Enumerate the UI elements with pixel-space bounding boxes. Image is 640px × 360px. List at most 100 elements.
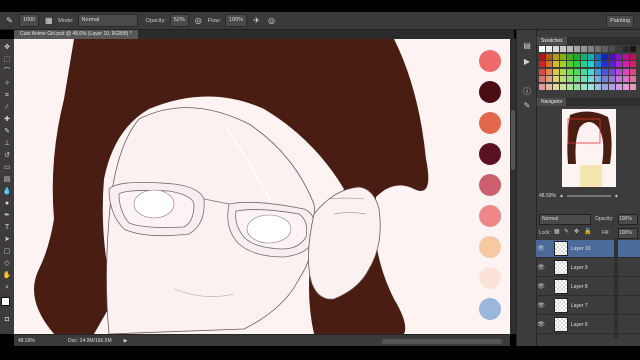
visibility-eye-icon[interactable]: 👁 bbox=[536, 245, 546, 252]
vertical-scroll-thumb[interactable] bbox=[511, 110, 515, 170]
brush-presets-icon[interactable]: ✎ bbox=[520, 100, 534, 112]
swatch-cell[interactable] bbox=[609, 46, 615, 52]
marquee-tool-icon[interactable]: ⬚ bbox=[1, 55, 13, 65]
swatch-cell[interactable] bbox=[553, 46, 559, 52]
swatch-cell[interactable] bbox=[560, 76, 566, 82]
crop-tool-icon[interactable]: ⌗ bbox=[1, 91, 13, 101]
swatch-cell[interactable] bbox=[609, 68, 615, 75]
swatch-cell[interactable] bbox=[581, 83, 587, 90]
swatch-cell[interactable] bbox=[539, 46, 545, 52]
swatch-cell[interactable] bbox=[588, 68, 594, 75]
hand-tool-icon[interactable]: ✋ bbox=[1, 271, 13, 281]
swatch-cell[interactable] bbox=[602, 83, 608, 90]
healing-brush-icon[interactable]: ✚ bbox=[1, 115, 13, 125]
workspace-dropdown[interactable]: Painting bbox=[606, 15, 634, 28]
swatch-cell[interactable] bbox=[567, 61, 573, 67]
layer-row[interactable]: 👁 Layer 10 bbox=[536, 240, 640, 258]
quick-select-tool-icon[interactable]: ✧ bbox=[1, 79, 13, 89]
zoom-tool-icon[interactable]: ⌕ bbox=[1, 283, 13, 293]
swatch-cell[interactable] bbox=[616, 61, 622, 67]
opacity-field[interactable]: 52% bbox=[169, 14, 189, 27]
actions-panel-icon[interactable]: ▶ bbox=[520, 56, 534, 68]
clone-stamp-icon[interactable]: ⊥ bbox=[1, 139, 13, 149]
move-tool-icon[interactable]: ✥ bbox=[1, 43, 13, 53]
swatch-cell[interactable] bbox=[574, 46, 580, 52]
swatch-cell[interactable] bbox=[616, 68, 622, 75]
pressure-opacity-icon[interactable]: ◎ bbox=[193, 15, 204, 26]
swatch-cell[interactable] bbox=[581, 53, 587, 60]
swatch-cell[interactable] bbox=[581, 68, 587, 75]
blend-mode-dropdown[interactable]: Normal bbox=[539, 214, 591, 225]
layers-scrollbar[interactable] bbox=[614, 238, 618, 338]
swatch-cell[interactable] bbox=[602, 61, 608, 67]
swatch-cell[interactable] bbox=[574, 83, 580, 90]
navigator-zoom-slider[interactable] bbox=[566, 195, 611, 197]
swatch-cell[interactable] bbox=[581, 76, 587, 82]
swatch-cell[interactable] bbox=[553, 53, 559, 60]
swatch-cell[interactable] bbox=[546, 46, 552, 52]
swatch-cell[interactable] bbox=[546, 53, 552, 60]
navigator-thumbnail[interactable] bbox=[562, 109, 616, 187]
swatch-cell[interactable] bbox=[623, 53, 629, 60]
eraser-tool-icon[interactable]: ▭ bbox=[1, 163, 13, 173]
brush-size-picker[interactable]: 1000 bbox=[19, 14, 40, 27]
brush-tool-icon[interactable]: ✎ bbox=[1, 127, 13, 137]
swatch-cell[interactable] bbox=[623, 68, 629, 75]
swatch-cell[interactable] bbox=[602, 46, 608, 52]
swatch-cell[interactable] bbox=[539, 61, 545, 67]
swatch-cell[interactable] bbox=[609, 61, 615, 67]
swatch-cell[interactable] bbox=[616, 83, 622, 90]
swatch-cell[interactable] bbox=[588, 61, 594, 67]
swatch-cell[interactable] bbox=[567, 83, 573, 90]
swatch-cell[interactable] bbox=[588, 83, 594, 90]
visibility-eye-icon[interactable]: 👁 bbox=[536, 283, 546, 290]
horizontal-scrollbar[interactable] bbox=[382, 338, 502, 344]
swatch-cell[interactable] bbox=[595, 68, 601, 75]
swatch-cell[interactable] bbox=[602, 76, 608, 82]
swatch-cell[interactable] bbox=[616, 76, 622, 82]
swatch-cell[interactable] bbox=[602, 53, 608, 60]
swatches-tab[interactable]: Swatches bbox=[537, 37, 567, 45]
layer-row[interactable]: 👁 Layer 7 bbox=[536, 297, 640, 315]
path-select-tool-icon[interactable]: ➤ bbox=[1, 235, 13, 245]
swatch-cell[interactable] bbox=[588, 46, 594, 52]
swatch-cell[interactable] bbox=[567, 53, 573, 60]
swatch-cell[interactable] bbox=[609, 53, 615, 60]
layer-row[interactable]: 👁 Layer 6 bbox=[536, 316, 640, 334]
lock-transparency-icon[interactable]: ▦ bbox=[554, 228, 560, 235]
flow-field[interactable]: 100% bbox=[224, 14, 247, 27]
pen-tool-icon[interactable]: ✒ bbox=[1, 211, 13, 221]
airbrush-icon[interactable]: ✈ bbox=[251, 15, 262, 26]
swatch-cell[interactable] bbox=[630, 76, 636, 82]
swatch-cell[interactable] bbox=[553, 68, 559, 75]
fill-field[interactable]: 100% bbox=[618, 228, 638, 239]
swatch-cell[interactable] bbox=[560, 46, 566, 52]
swatch-cell[interactable] bbox=[553, 76, 559, 82]
layer-opacity-field[interactable]: 100% bbox=[618, 214, 638, 225]
swatch-cell[interactable] bbox=[595, 76, 601, 82]
swatch-cell[interactable] bbox=[623, 61, 629, 67]
swatch-cell[interactable] bbox=[539, 83, 545, 90]
swatch-cell[interactable] bbox=[602, 68, 608, 75]
lasso-tool-icon[interactable]: ⌒ bbox=[1, 67, 13, 77]
zoom-in-icon[interactable]: ▲ bbox=[614, 193, 619, 199]
swatch-cell[interactable] bbox=[553, 83, 559, 90]
swatch-cell[interactable] bbox=[595, 61, 601, 67]
gradient-tool-icon[interactable]: ▤ bbox=[1, 175, 13, 185]
visibility-eye-icon[interactable]: 👁 bbox=[536, 302, 546, 309]
swatches-grid[interactable] bbox=[539, 46, 636, 90]
layer-row[interactable]: 👁 Layer 9 bbox=[536, 259, 640, 277]
swatch-cell[interactable] bbox=[574, 68, 580, 75]
layer-row[interactable]: 👁 Layer 8 bbox=[536, 278, 640, 296]
swatch-cell[interactable] bbox=[609, 83, 615, 90]
swatch-cell[interactable] bbox=[630, 46, 636, 52]
foreground-color-swatch[interactable] bbox=[1, 297, 10, 306]
swatch-cell[interactable] bbox=[616, 53, 622, 60]
pressure-size-icon[interactable]: ◎ bbox=[266, 15, 277, 26]
swatch-cell[interactable] bbox=[574, 53, 580, 60]
blur-tool-icon[interactable]: 💧 bbox=[1, 187, 13, 197]
swatch-cell[interactable] bbox=[630, 61, 636, 67]
swatch-cell[interactable] bbox=[630, 53, 636, 60]
document-tab[interactable]: Cute Anime Girl.psd @ 48.6% (Layer 10, R… bbox=[14, 30, 138, 39]
mode-dropdown[interactable]: Normal bbox=[77, 14, 138, 27]
